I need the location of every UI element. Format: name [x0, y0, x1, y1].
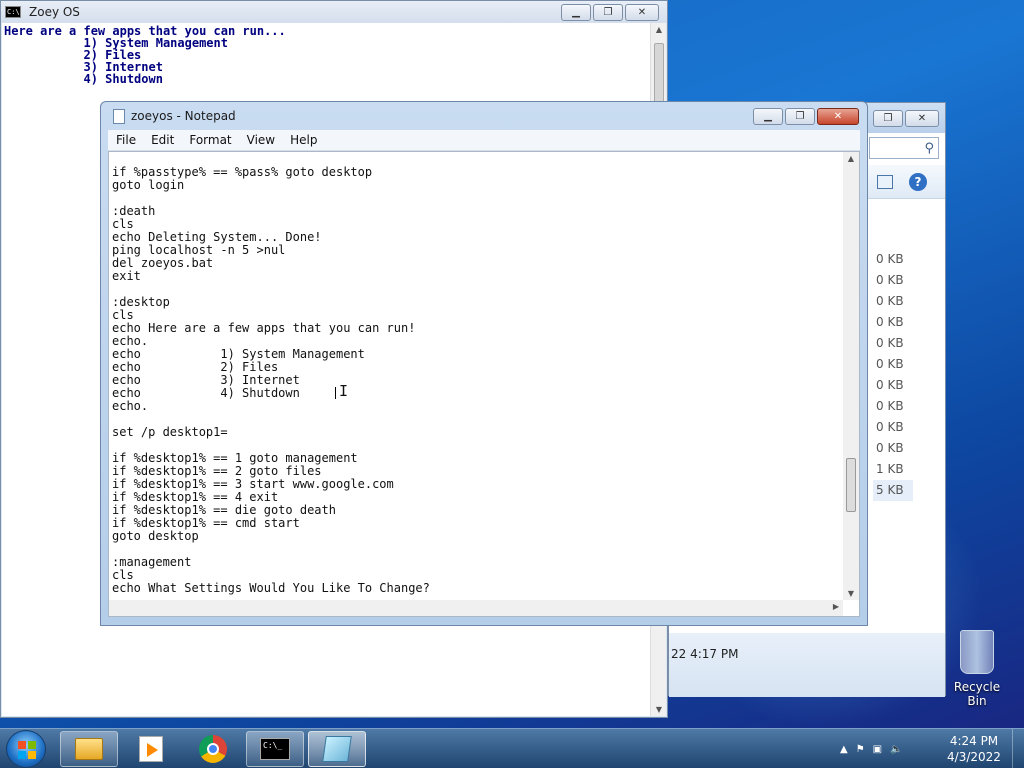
notepad-window[interactable]: zoeyos - Notepad ▁ ❐ ✕ File Edit Format …: [100, 101, 868, 626]
file-size: 1 KB: [876, 462, 904, 476]
file-size: 0 KB: [876, 378, 904, 392]
menu-format[interactable]: Format: [189, 133, 231, 147]
menu-help[interactable]: Help: [290, 133, 317, 147]
file-size: 0 KB: [876, 357, 904, 371]
scroll-right-arrow-icon[interactable]: ▶: [831, 602, 841, 611]
editor-vertical-scrollbar[interactable]: ▲ ▼: [843, 152, 859, 600]
taskbar-media-player[interactable]: [122, 731, 180, 767]
file-size-column: 0 KB 0 KB 0 KB 0 KB 0 KB 0 KB 0 KB 0 KB …: [873, 249, 913, 501]
taskbar-chrome[interactable]: [184, 731, 242, 767]
notepad-titlebar[interactable]: zoeyos - Notepad ▁ ❐ ✕: [101, 102, 867, 130]
file-size: 0 KB: [876, 336, 904, 350]
editor-scroll-thumb[interactable]: [846, 458, 856, 512]
code-line: :desktop: [112, 295, 170, 309]
code-line: del zoeyos.bat: [112, 256, 214, 270]
code-line: echo.: [112, 399, 149, 413]
date-modified: 22 4:17 PM: [671, 647, 739, 661]
taskbar: C:\_ ▲ ⚑ ▣ 🔈 4:24 PM 4/3/2022: [0, 728, 1024, 768]
code-line: :death: [112, 204, 156, 218]
file-size: 0 KB: [876, 252, 904, 266]
scroll-up-arrow-icon[interactable]: ▲: [651, 25, 667, 34]
show-hidden-icons-icon[interactable]: ▲: [840, 744, 848, 755]
media-player-icon: [139, 736, 163, 762]
notepad-icon: [322, 736, 352, 762]
explorer-close-button[interactable]: ✕: [905, 109, 939, 127]
menu-bar: File Edit Format View Help: [108, 130, 860, 151]
code-line: echo What Settings Would You Like To Cha…: [112, 581, 430, 595]
action-center-flag-icon[interactable]: ⚑: [856, 744, 865, 755]
editor-content[interactable]: if %passtype% == %pass% goto desktop goto…: [112, 166, 843, 598]
start-button[interactable]: [6, 730, 46, 768]
network-icon[interactable]: ▣: [873, 744, 882, 755]
volume-icon[interactable]: 🔈: [890, 744, 902, 755]
search-icon[interactable]: ⚲: [924, 141, 934, 156]
file-size: 0 KB: [876, 273, 904, 287]
scroll-down-arrow-icon[interactable]: ▼: [651, 705, 667, 714]
taskbar-cmd[interactable]: C:\_: [246, 731, 304, 767]
notepad-close-button[interactable]: ✕: [817, 107, 859, 125]
file-size: 0 KB: [876, 315, 904, 329]
code-line: :management: [112, 555, 192, 569]
text-editor[interactable]: if %passtype% == %pass% goto desktop goto…: [108, 151, 860, 617]
explorer-details-pane: 22 4:17 PM: [669, 633, 945, 697]
menu-view[interactable]: View: [247, 133, 275, 147]
code-line: if %passtype% == %pass% goto desktop: [112, 166, 373, 179]
close-button[interactable]: ✕: [625, 3, 659, 21]
recycle-bin-label: Recycle Bin: [953, 680, 1001, 708]
clock-date: 4/3/2022: [947, 750, 1001, 764]
code-line: echo 4) Shutdown: [112, 386, 300, 400]
maximize-button[interactable]: ❐: [593, 3, 623, 21]
menu-file[interactable]: File: [116, 133, 136, 147]
notepad-icon: [113, 108, 125, 124]
show-desktop-button[interactable]: [1012, 729, 1024, 768]
folder-icon: [75, 738, 103, 760]
chrome-icon: [199, 735, 227, 763]
explorer-maximize-button[interactable]: ❐: [873, 109, 903, 127]
notepad-maximize-button[interactable]: ❐: [785, 107, 815, 125]
file-size: 0 KB: [876, 294, 904, 308]
preview-pane-icon[interactable]: [877, 174, 893, 189]
file-size-selected: 5 KB: [873, 480, 913, 501]
system-tray: ▲ ⚑ ▣ 🔈: [840, 729, 903, 768]
help-icon[interactable]: ?: [909, 172, 927, 191]
scroll-up-arrow-icon[interactable]: ▲: [843, 154, 859, 163]
ibeam-cursor-icon: I: [339, 382, 349, 400]
clock[interactable]: 4:24 PM 4/3/2022: [944, 733, 1004, 765]
code-line: set /p desktop1=: [112, 425, 228, 439]
explorer-search-box[interactable]: ⚲: [869, 137, 939, 159]
scroll-down-arrow-icon[interactable]: ▼: [843, 589, 859, 598]
console-titlebar[interactable]: C:\ Zoey OS ▁ ❐ ✕: [1, 1, 667, 23]
console-line: 4) Shutdown: [4, 72, 163, 86]
menu-edit[interactable]: Edit: [151, 133, 174, 147]
minimize-button[interactable]: ▁: [561, 3, 591, 21]
file-size: 0 KB: [876, 420, 904, 434]
code-line: ping localhost -n 5 >nul: [112, 243, 286, 257]
windows-logo-icon: [18, 741, 36, 759]
code-line: goto desktop: [112, 529, 199, 543]
console-title: Zoey OS: [29, 5, 80, 19]
code-line: exit: [112, 269, 141, 283]
console-scroll-thumb[interactable]: [654, 43, 664, 103]
clock-time: 4:24 PM: [949, 734, 999, 748]
cmd-icon: C:\_: [260, 738, 290, 760]
notepad-minimize-button[interactable]: ▁: [753, 107, 783, 125]
recycle-bin-icon[interactable]: [960, 630, 994, 674]
editor-horizontal-scrollbar[interactable]: ▶: [109, 600, 843, 616]
text-caret: [335, 387, 336, 399]
taskbar-explorer[interactable]: [60, 731, 118, 767]
taskbar-notepad[interactable]: [308, 731, 366, 767]
code-line: if %desktop1% == cmd start: [112, 516, 300, 530]
file-size: 0 KB: [876, 399, 904, 413]
recycle-bin[interactable]: Recycle Bin: [944, 630, 1010, 708]
notepad-title: zoeyos - Notepad: [131, 109, 236, 123]
code-line: goto login: [112, 178, 185, 192]
cmd-icon: C:\: [5, 6, 21, 18]
file-size: 0 KB: [876, 441, 904, 455]
code-line: echo Here are a few apps that you can ru…: [112, 321, 416, 335]
